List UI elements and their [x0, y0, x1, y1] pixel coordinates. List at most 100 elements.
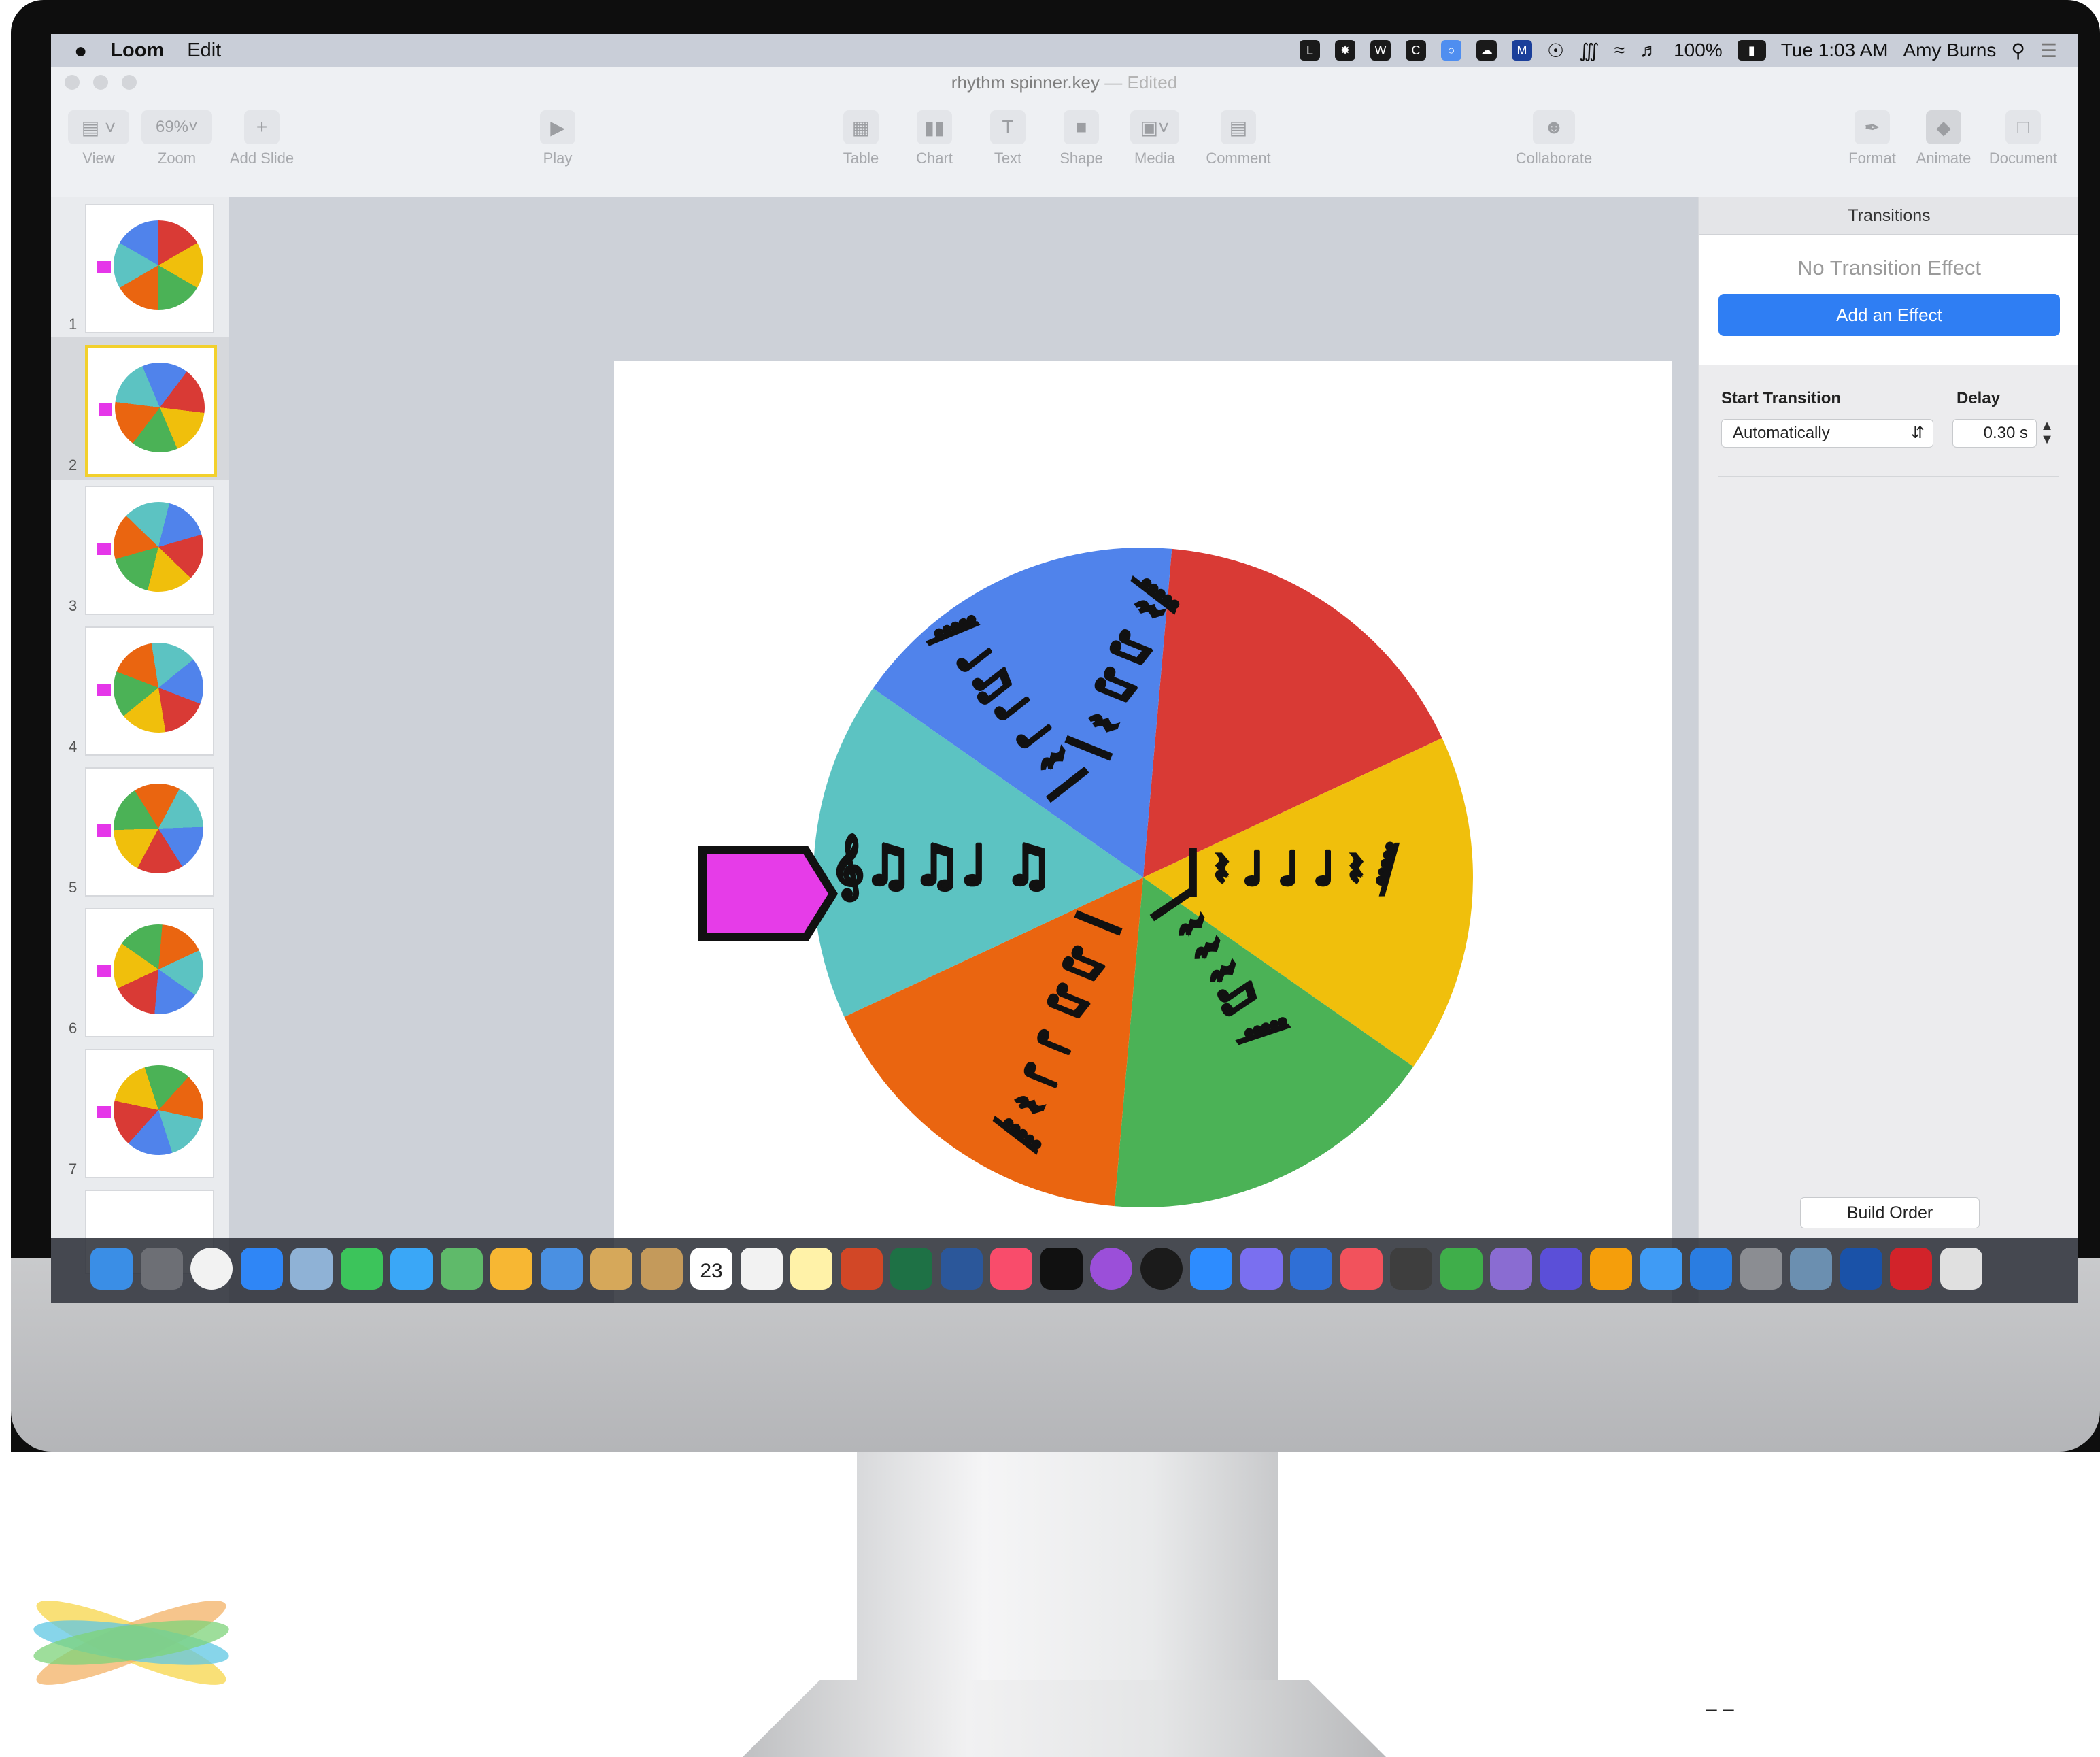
- music-icon[interactable]: [990, 1248, 1032, 1290]
- creative-cloud-icon[interactable]: C: [1406, 40, 1426, 61]
- chrome-icon[interactable]: [190, 1248, 233, 1290]
- slide-thumbnail[interactable]: [85, 1046, 222, 1178]
- safari-icon[interactable]: [240, 1248, 283, 1290]
- star-wars-icon[interactable]: [1040, 1248, 1083, 1290]
- slide-thumbnail[interactable]: [85, 908, 214, 1037]
- trash-icon[interactable]: [1940, 1248, 1982, 1290]
- slide-thumbnail[interactable]: [85, 204, 214, 333]
- game-icon[interactable]: [1490, 1248, 1532, 1290]
- facetime-icon[interactable]: [340, 1248, 383, 1290]
- finder-icon[interactable]: [90, 1248, 133, 1290]
- spinner-pointer[interactable]: [698, 846, 839, 941]
- comment-button[interactable]: ▤ Comment: [1198, 110, 1279, 167]
- add-effect-button[interactable]: Add an Effect: [1718, 294, 2060, 336]
- media-button[interactable]: ▣˅ Media: [1124, 110, 1185, 167]
- malwarebytes-icon[interactable]: M: [1512, 40, 1532, 61]
- slide-thumbnail[interactable]: [85, 626, 217, 756]
- view-button[interactable]: ▤ ˅ View: [65, 110, 133, 167]
- word-icon[interactable]: [940, 1248, 983, 1290]
- podcasts-icon[interactable]: [1090, 1248, 1132, 1290]
- battery-icon[interactable]: ▮: [1737, 40, 1766, 61]
- news-icon[interactable]: [1340, 1248, 1383, 1290]
- play-button[interactable]: ▶ Play: [527, 110, 588, 167]
- zoom-button[interactable]: 69% ˅ Zoom: [139, 110, 214, 167]
- migration-icon[interactable]: [1790, 1248, 1832, 1290]
- thumbnail-wheel: [109, 920, 207, 1018]
- pages-icon[interactable]: [1590, 1248, 1632, 1290]
- animate-button[interactable]: ◆ Animate: [1910, 110, 1978, 167]
- rhythm-spinner[interactable]: 𝄞♫♫♩ ♫ | 𝄽 ♩ ♩ ♩ 𝄽 𝅂 𝅂 ♩♫♩ ♩ 𝄽 | 𝅂𝄽 ♫♫ 𝄽…: [614, 361, 1672, 1303]
- slide-thumbnail[interactable]: [85, 486, 214, 615]
- build-order-button[interactable]: Build Order: [1800, 1197, 1980, 1228]
- thumbnail-wheel: [114, 220, 203, 310]
- messages-icon[interactable]: [390, 1248, 433, 1290]
- list-icon[interactable]: ☰: [2040, 39, 2057, 62]
- search-icon[interactable]: ⚲: [2011, 39, 2025, 62]
- battery-percent[interactable]: 100%: [1674, 39, 1723, 61]
- shape-button[interactable]: ■ Shape: [1051, 110, 1112, 167]
- close-button[interactable]: [65, 75, 80, 90]
- calendar-icon[interactable]: 23: [690, 1248, 732, 1290]
- quicktime-icon[interactable]: [1290, 1248, 1332, 1290]
- edit-menu[interactable]: Edit: [187, 39, 221, 62]
- zoom-window-button[interactable]: [122, 75, 137, 90]
- loom-icon[interactable]: L: [1300, 40, 1320, 61]
- start-transition-select[interactable]: Automatically ⇵: [1721, 419, 1933, 448]
- system-preferences-icon[interactable]: [1740, 1248, 1782, 1290]
- document-button[interactable]: □ Document: [1982, 110, 2064, 167]
- volume-icon[interactable]: ♬: [1640, 39, 1659, 61]
- user-name[interactable]: Amy Burns: [1903, 39, 1996, 61]
- slide-thumbnail[interactable]: [85, 344, 223, 477]
- slide-canvas[interactable]: 𝄞♫♫♩ ♫ | 𝄽 ♩ ♩ ♩ 𝄽 𝅂 𝅂 ♩♫♩ ♩ 𝄽 | 𝅂𝄽 ♫♫ 𝄽…: [614, 361, 1672, 1303]
- wd-icon[interactable]: [1840, 1248, 1882, 1290]
- acrobat-icon[interactable]: [1890, 1248, 1932, 1290]
- window-title-bar: rhythm spinner.key — Edited: [51, 67, 2078, 98]
- media-label: Media: [1134, 150, 1175, 167]
- tv-icon[interactable]: [1140, 1248, 1183, 1290]
- excel-icon[interactable]: [890, 1248, 932, 1290]
- accessibility-icon[interactable]: ☉: [1547, 39, 1564, 62]
- cloud-icon[interactable]: ☁: [1476, 40, 1497, 61]
- slide-thumbnail[interactable]: [85, 767, 220, 897]
- app-menu[interactable]: Loom: [110, 39, 164, 62]
- table-button[interactable]: ▦ Table: [830, 110, 892, 167]
- collaborate-button[interactable]: ☻ Collaborate: [1503, 110, 1605, 167]
- pencil-icon[interactable]: [1640, 1248, 1682, 1290]
- gear-icon[interactable]: ✸: [1335, 40, 1355, 61]
- maps-icon[interactable]: [440, 1248, 483, 1290]
- text-button[interactable]: T Text: [977, 110, 1038, 167]
- wd-icon[interactable]: W: [1370, 40, 1391, 61]
- delay-field[interactable]: 0.30 s: [1952, 419, 2037, 448]
- format-label: Format: [1848, 150, 1896, 167]
- app-icon[interactable]: [1240, 1248, 1283, 1290]
- thumbnail-wheel: [100, 629, 217, 746]
- seesaw-logo: [33, 1601, 229, 1685]
- apple-icon[interactable]: ●: [74, 38, 87, 63]
- photos-icon[interactable]: [490, 1248, 532, 1290]
- delay-stepper[interactable]: ▲ ▼: [2039, 419, 2054, 448]
- preview-icon[interactable]: [290, 1248, 333, 1290]
- clapper-icon[interactable]: [1390, 1248, 1432, 1290]
- notes-icon[interactable]: [590, 1248, 632, 1290]
- clock[interactable]: Tue 1:03 AM: [1781, 39, 1889, 61]
- zoom-icon[interactable]: [1190, 1248, 1232, 1290]
- numbers-icon[interactable]: [1440, 1248, 1483, 1290]
- format-button[interactable]: ✒ Format: [1838, 110, 1906, 167]
- keynote-icon[interactable]: [540, 1248, 583, 1290]
- imac-base: [743, 1680, 1386, 1757]
- minimize-button[interactable]: [93, 75, 108, 90]
- imovie-icon[interactable]: [1540, 1248, 1582, 1290]
- launchpad-icon[interactable]: [140, 1248, 183, 1290]
- chrome-icon[interactable]: ○: [1441, 40, 1461, 61]
- add-slide-button[interactable]: + Add Slide: [221, 110, 303, 167]
- powerpoint-icon[interactable]: [840, 1248, 883, 1290]
- reminders-icon[interactable]: [740, 1248, 783, 1290]
- contacts-icon[interactable]: [640, 1248, 683, 1290]
- wifi-icon[interactable]: ≈: [1614, 39, 1625, 61]
- app-store-icon[interactable]: [1690, 1248, 1732, 1290]
- transitions-tab[interactable]: Transitions: [1699, 197, 2078, 235]
- stickies-icon[interactable]: [790, 1248, 832, 1290]
- chart-button[interactable]: ▮▮ Chart: [904, 110, 965, 167]
- no-transition-effect-text: No Transition Effect: [1797, 256, 1981, 280]
- bluetooth-icon[interactable]: ∭: [1579, 39, 1599, 62]
